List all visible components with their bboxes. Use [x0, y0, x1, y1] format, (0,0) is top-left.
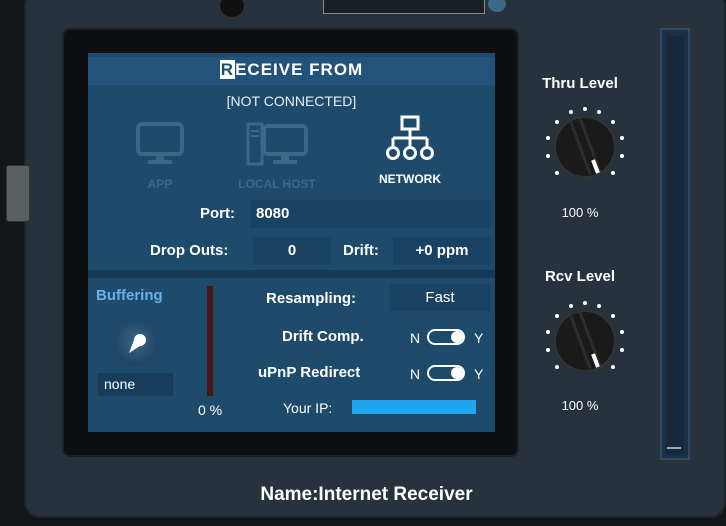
- buffer-meter-percent: 0 %: [198, 402, 223, 418]
- top-text-field[interactable]: [323, 0, 485, 14]
- your-ip-label: Your IP:: [283, 400, 333, 416]
- rcv-level-knob[interactable]: [538, 294, 632, 388]
- resampling-select[interactable]: Fast: [390, 284, 490, 311]
- side-connector: [6, 165, 30, 222]
- connection-status: [NOT CONNECTED]: [226, 93, 357, 109]
- toggle-knob: [451, 367, 463, 379]
- ip-address-redacted: [352, 400, 476, 414]
- drift-comp-y-label: Y: [474, 330, 484, 346]
- mode-local-host-label: LOCAL HOST: [238, 177, 316, 191]
- drift-comp-label: Drift Comp.: [282, 328, 364, 345]
- drift-comp-n-label: N: [410, 330, 421, 346]
- buffering-select[interactable]: none: [98, 373, 173, 396]
- title-text: ECEIVE FROM: [235, 60, 364, 79]
- buffering-knob[interactable]: [114, 322, 158, 366]
- port-field[interactable]: 8080: [250, 200, 491, 228]
- receive-from-title: RECEIVE FROM: [88, 60, 495, 80]
- port-label: Port:: [200, 205, 235, 222]
- upnp-redirect-label: uPnP Redirect: [258, 364, 361, 381]
- mode-app-label: APP: [147, 177, 173, 191]
- meter-track: [666, 36, 684, 454]
- rcv-level-label: Rcv Level: [544, 268, 616, 285]
- rcv-level-value: 100 %: [561, 398, 599, 413]
- mode-network-button[interactable]: NETWORK: [360, 114, 460, 186]
- thru-level-value: 100 %: [561, 205, 599, 220]
- upnp-redirect-toggle[interactable]: [427, 365, 465, 381]
- desktop-computer-icon: [246, 122, 308, 166]
- mode-app-button[interactable]: APP: [125, 121, 195, 191]
- mode-local-host-button[interactable]: LOCAL HOST: [218, 121, 336, 191]
- device-name-label: Name:Internet Receiver: [260, 484, 473, 505]
- dropouts-value: 0: [253, 237, 331, 265]
- title-initial: R: [219, 60, 236, 79]
- drift-value: +0 ppm: [393, 237, 491, 265]
- thru-level-label: Thru Level: [542, 75, 618, 92]
- resampling-label: Resampling:: [266, 290, 357, 307]
- upnp-n-label: N: [410, 366, 421, 382]
- upnp-y-label: Y: [474, 366, 484, 382]
- drift-label: Drift:: [343, 242, 379, 259]
- toggle-knob: [451, 331, 463, 343]
- knob-indicator-icon: [129, 334, 146, 353]
- buffering-label: Buffering: [96, 287, 163, 304]
- mode-network-label: NETWORK: [379, 172, 441, 186]
- thru-level-knob[interactable]: [538, 100, 632, 194]
- drift-comp-toggle[interactable]: [427, 329, 465, 345]
- meter-peak-mark: [667, 447, 681, 449]
- section-divider: [88, 270, 495, 278]
- monitor-icon: [136, 122, 184, 164]
- network-icon: [386, 115, 434, 160]
- buffer-meter: [207, 286, 213, 396]
- dropouts-label: Drop Outs:: [150, 242, 229, 259]
